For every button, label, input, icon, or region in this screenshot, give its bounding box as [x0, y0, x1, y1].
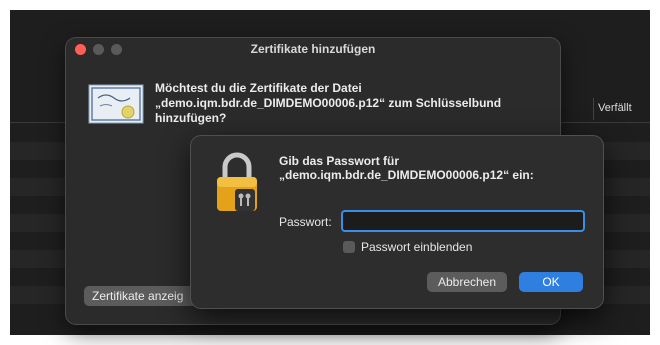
- message-line: hinzufügen?: [155, 111, 227, 125]
- show-password-checkbox[interactable]: [343, 241, 355, 253]
- title-bar: Zertifikate hinzufügen: [66, 38, 560, 60]
- password-dialog: Gib das Passwort für „demo.iqm.bdr.de_DI…: [191, 136, 603, 308]
- password-prompt: Gib das Passwort für „demo.iqm.bdr.de_DI…: [279, 154, 589, 182]
- password-field[interactable]: [341, 210, 585, 232]
- column-separator: [593, 98, 594, 120]
- window-title: Zertifikate hinzufügen: [250, 42, 376, 56]
- dialog-message: Möchtest du die Zertifikate der Datei „d…: [155, 81, 545, 126]
- column-header-expires[interactable]: Verfällt: [598, 102, 632, 114]
- prompt-line: Gib das Passwort für: [279, 154, 400, 168]
- password-label: Passwort:: [279, 215, 332, 229]
- show-password-label[interactable]: Passwort einblenden: [361, 240, 472, 254]
- certificate-icon: [88, 84, 144, 124]
- message-line: „demo.iqm.bdr.de_DIMDEMO00006.p12“ zum S…: [155, 96, 502, 110]
- message-line: Möchtest du die Zertifikate der Datei: [155, 81, 362, 95]
- ok-button[interactable]: OK: [519, 272, 583, 292]
- prompt-line: „demo.iqm.bdr.de_DIMDEMO00006.p12“ ein:: [279, 168, 534, 182]
- keychain-lock-icon: [217, 152, 257, 211]
- cancel-button[interactable]: Abbrechen: [427, 272, 507, 292]
